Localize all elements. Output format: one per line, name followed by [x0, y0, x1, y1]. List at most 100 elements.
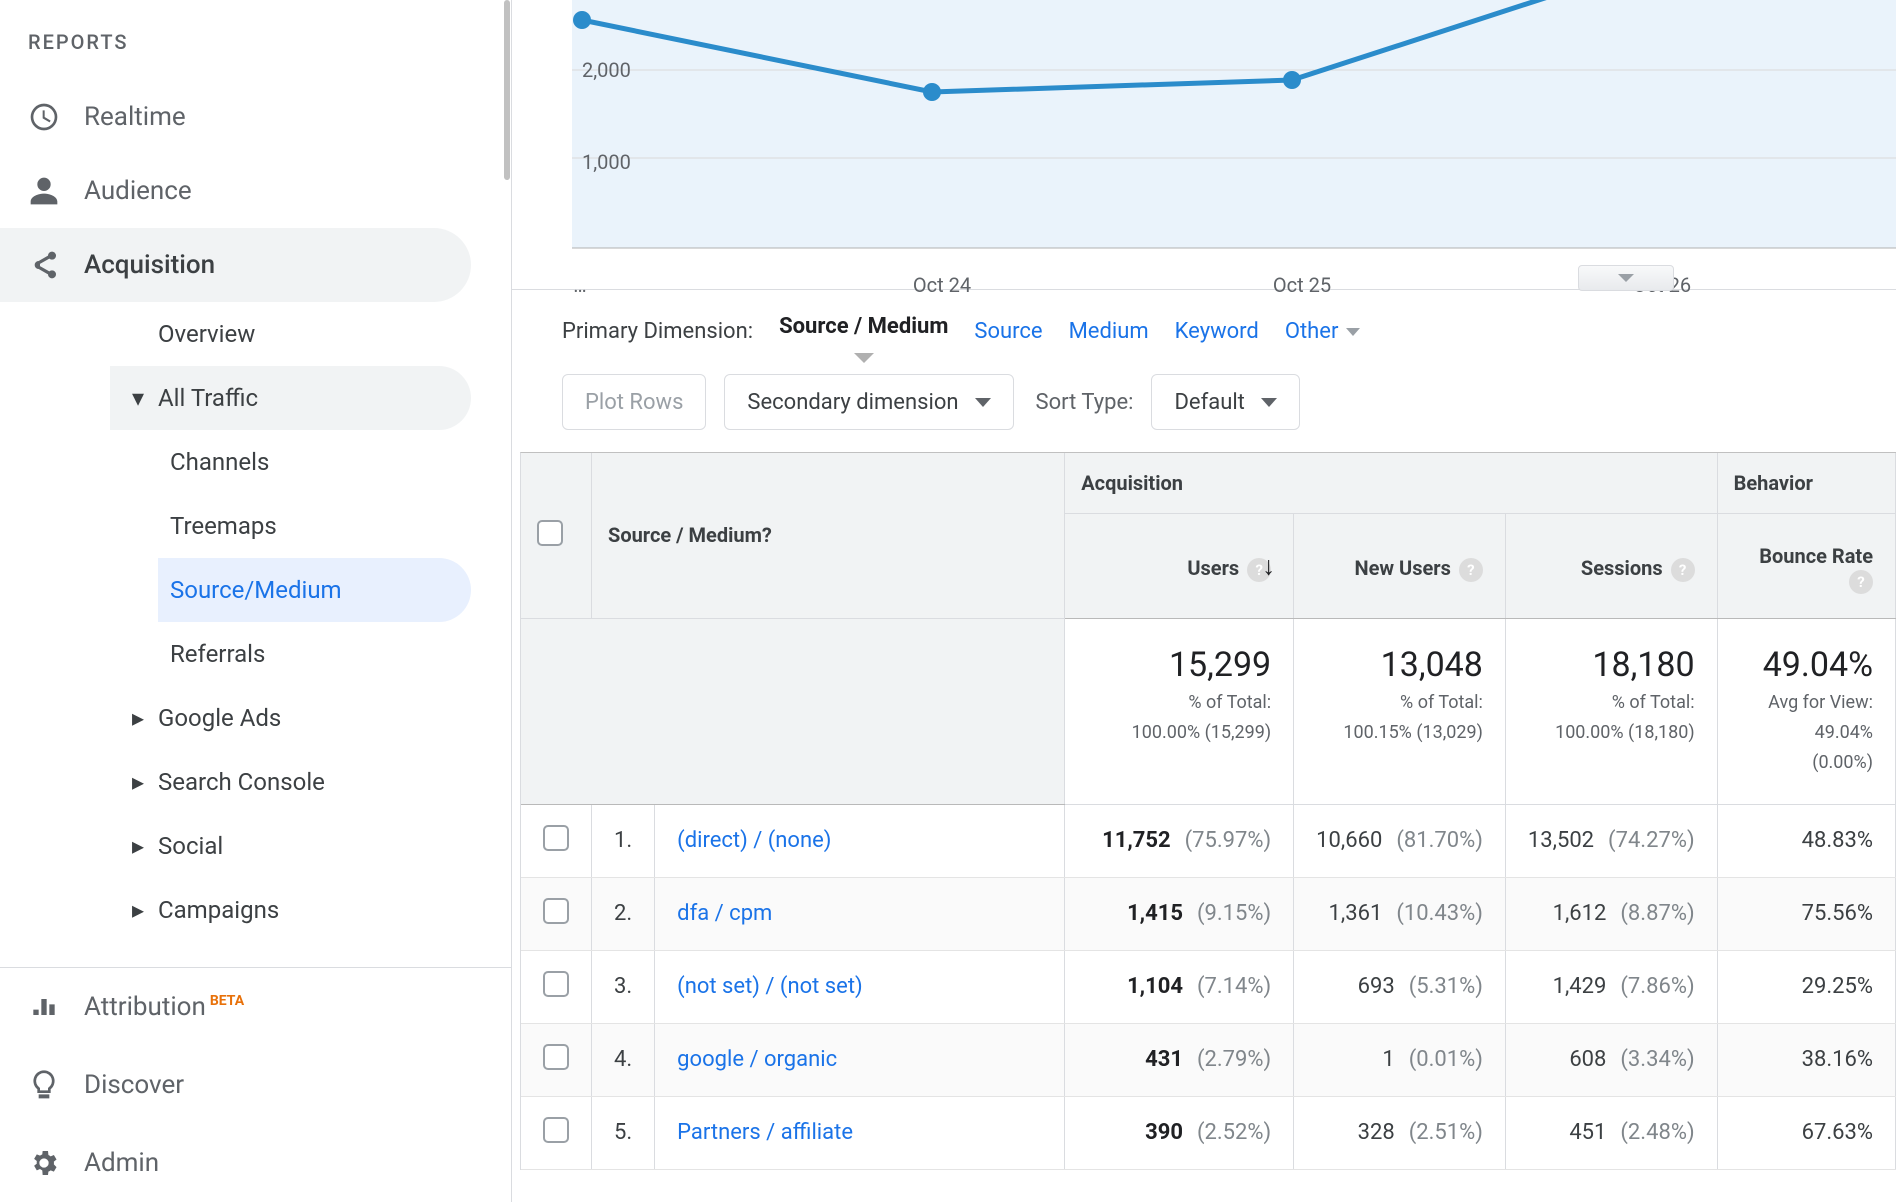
- source-medium-link[interactable]: (direct) / (none): [655, 804, 1065, 877]
- controls-bar: Plot Rows Secondary dimension Sort Type:…: [512, 362, 1896, 452]
- row-checkbox[interactable]: [521, 950, 592, 1023]
- sidebar-item-label: Admin: [84, 1148, 159, 1178]
- caret-down-icon: [1261, 398, 1277, 407]
- bounce-cell: 75.56%: [1717, 877, 1895, 950]
- bounce-cell: 67.63%: [1717, 1096, 1895, 1169]
- users-cell: 1,104(7.14%): [1065, 950, 1294, 1023]
- help-icon[interactable]: ?: [1247, 558, 1271, 582]
- lightbulb-icon: [28, 1069, 60, 1101]
- table-row: 2.dfa / cpm1,415(9.15%)1,361(10.43%)1,61…: [521, 877, 1896, 950]
- reports-section-title: REPORTS: [0, 10, 511, 80]
- col-new-users[interactable]: New Users?: [1294, 514, 1506, 619]
- sessions-cell: 451(2.48%): [1505, 1096, 1717, 1169]
- sidebar-item-discover[interactable]: Discover: [0, 1046, 471, 1124]
- gear-icon: [28, 1147, 60, 1179]
- total-users: 15,299: [1087, 645, 1271, 685]
- col-users[interactable]: Users?: [1065, 514, 1294, 619]
- caret-right-icon: ▸: [132, 768, 146, 796]
- new-users-cell: 1(0.01%): [1294, 1023, 1506, 1096]
- col-sessions[interactable]: Sessions?: [1505, 514, 1717, 619]
- help-icon[interactable]: ?: [762, 523, 772, 547]
- source-medium-link[interactable]: google / organic: [655, 1023, 1065, 1096]
- table-row: 1.(direct) / (none)11,752(75.97%)10,660(…: [521, 804, 1896, 877]
- sidebar-item-realtime[interactable]: Realtime: [0, 80, 471, 154]
- sidebar: REPORTS Realtime Audience Acquisition Ov…: [0, 0, 512, 1202]
- attribution-icon: [28, 991, 60, 1023]
- sessions-cell: 1,612(8.87%): [1505, 877, 1717, 950]
- sidebar-item-all-traffic[interactable]: ▾All Traffic: [110, 366, 471, 430]
- sidebar-item-label: Discover: [84, 1070, 184, 1100]
- row-index: 3.: [592, 950, 655, 1023]
- row-checkbox[interactable]: [521, 877, 592, 950]
- sidebar-item-acquisition[interactable]: Acquisition: [0, 228, 471, 302]
- sidebar-item-campaigns[interactable]: ▸Campaigns: [110, 878, 471, 942]
- totals-row: 15,299% of Total:100.00% (15,299) 13,048…: [521, 618, 1896, 804]
- row-checkbox[interactable]: [521, 1023, 592, 1096]
- secondary-dimension-dropdown[interactable]: Secondary dimension: [724, 374, 1013, 430]
- y-tick-2000: 2,000: [582, 58, 631, 82]
- line-chart[interactable]: 2,000 1,000 … Oct 24 Oct 25 Oct 26: [512, 0, 1896, 290]
- row-index: 2.: [592, 877, 655, 950]
- row-index: 1.: [592, 804, 655, 877]
- col-bounce-rate[interactable]: Bounce Rate?: [1717, 514, 1895, 619]
- help-icon[interactable]: ?: [1459, 558, 1483, 582]
- sidebar-item-admin[interactable]: Admin: [0, 1124, 471, 1202]
- caret-right-icon: ▸: [132, 704, 146, 732]
- row-checkbox[interactable]: [521, 1096, 592, 1169]
- users-cell: 1,415(9.15%): [1065, 877, 1294, 950]
- dimension-other[interactable]: Other: [1285, 319, 1361, 344]
- row-index: 5.: [592, 1096, 655, 1169]
- source-medium-link[interactable]: dfa / cpm: [655, 877, 1065, 950]
- source-medium-link[interactable]: (not set) / (not set): [655, 950, 1065, 1023]
- sidebar-item-label: Campaigns: [158, 896, 279, 924]
- dropdown-label: Default: [1174, 390, 1244, 415]
- caret-down-icon: [975, 398, 991, 407]
- x-tick-ellipsis: …: [573, 273, 586, 297]
- sessions-cell: 608(3.34%): [1505, 1023, 1717, 1096]
- total-new-users: 13,048: [1316, 645, 1483, 685]
- dimension-source-medium[interactable]: Source / Medium: [779, 314, 948, 348]
- new-users-cell: 10,660(81.70%): [1294, 804, 1506, 877]
- total-sessions: 18,180: [1528, 645, 1695, 685]
- sidebar-item-channels[interactable]: Channels: [158, 430, 471, 494]
- sidebar-item-label: Google Ads: [158, 704, 281, 732]
- sessions-cell: 1,429(7.86%): [1505, 950, 1717, 1023]
- dimension-keyword[interactable]: Keyword: [1175, 319, 1259, 344]
- data-table: Source / Medium? Acquisition Behavior Us…: [520, 452, 1896, 1170]
- plot-rows-button[interactable]: Plot Rows: [562, 374, 706, 430]
- chart-scrubber[interactable]: [1578, 265, 1674, 291]
- table-row: 4.google / organic431(2.79%)1(0.01%)608(…: [521, 1023, 1896, 1096]
- group-acquisition: Acquisition: [1065, 453, 1717, 514]
- row-index: 4.: [592, 1023, 655, 1096]
- main-panel: 2,000 1,000 … Oct 24 Oct 25 Oct 26 Prima…: [512, 0, 1896, 1202]
- dimension-source[interactable]: Source: [974, 319, 1042, 344]
- caret-down-icon: ▾: [132, 384, 146, 412]
- sidebar-item-attribution[interactable]: AttributionBETA: [0, 968, 471, 1046]
- dimension-medium[interactable]: Medium: [1069, 319, 1149, 344]
- row-checkbox[interactable]: [521, 804, 592, 877]
- clock-icon: [28, 101, 60, 133]
- sort-type-dropdown[interactable]: Default: [1151, 374, 1299, 430]
- sidebar-item-search-console[interactable]: ▸ Search Console: [110, 750, 471, 814]
- sidebar-item-referrals[interactable]: Referrals: [158, 622, 471, 686]
- source-medium-link[interactable]: Partners / affiliate: [655, 1096, 1065, 1169]
- caret-right-icon: ▸: [132, 832, 146, 860]
- sidebar-item-treemaps[interactable]: Treemaps: [158, 494, 471, 558]
- sidebar-item-label: Overview: [158, 320, 255, 348]
- col-source-medium[interactable]: Source / Medium: [608, 523, 762, 547]
- group-behavior: Behavior: [1717, 453, 1895, 514]
- sidebar-item-source-medium[interactable]: Source/Medium: [158, 558, 471, 622]
- help-icon[interactable]: ?: [1849, 570, 1873, 594]
- users-cell: 431(2.79%): [1065, 1023, 1294, 1096]
- sidebar-item-audience[interactable]: Audience: [0, 154, 471, 228]
- sidebar-item-overview[interactable]: Overview: [110, 302, 471, 366]
- sidebar-item-label: Referrals: [170, 640, 265, 668]
- sidebar-item-google-ads[interactable]: ▸ Google Ads: [110, 686, 471, 750]
- select-all-checkbox[interactable]: [521, 453, 592, 618]
- users-cell: 11,752(75.97%): [1065, 804, 1294, 877]
- primary-dimension-label: Primary Dimension:: [562, 319, 753, 344]
- help-icon[interactable]: ?: [1671, 558, 1695, 582]
- sidebar-item-social[interactable]: ▸Social: [110, 814, 471, 878]
- sidebar-item-label: Search Console: [158, 768, 325, 796]
- new-users-cell: 328(2.51%): [1294, 1096, 1506, 1169]
